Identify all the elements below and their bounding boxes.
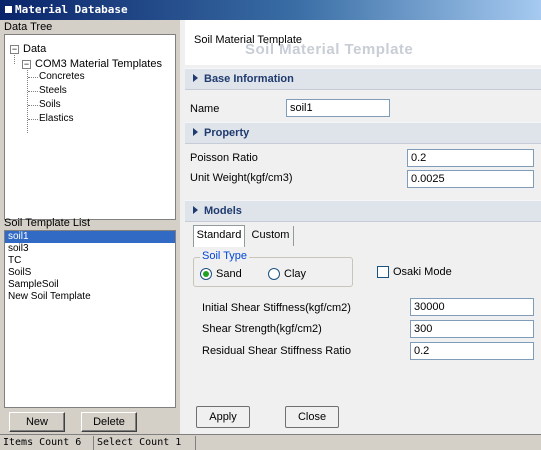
window-titlebar[interactable]: Material Database	[0, 0, 541, 20]
delete-button[interactable]: Delete	[81, 412, 137, 432]
apply-button[interactable]: Apply	[196, 406, 250, 428]
osaki-mode-checkbox[interactable]	[377, 266, 389, 278]
section-property[interactable]: Property	[185, 122, 541, 144]
tree-node-templates[interactable]: COM3 Material Templates	[35, 57, 162, 71]
section-label: Base Information	[204, 73, 294, 85]
section-models[interactable]: Models	[185, 200, 541, 222]
new-button[interactable]: New	[9, 412, 65, 432]
tree-line	[28, 105, 38, 106]
list-item[interactable]: New Soil Template	[5, 291, 175, 303]
poisson-ratio-field[interactable]: 0.2	[407, 149, 534, 167]
tree-node-concretes[interactable]: Concretes	[39, 70, 85, 84]
template-header: Soil Material Template Soil Material Tem…	[185, 20, 541, 65]
name-label: Name	[190, 103, 220, 115]
expand-arrow-icon	[193, 206, 198, 214]
tree-line	[28, 91, 38, 92]
items-count: Items Count 6	[0, 436, 94, 450]
unit-weight-field[interactable]: 0.0025	[407, 170, 534, 188]
tree-node-elastics[interactable]: Elastics	[39, 112, 73, 126]
tree-node-steels[interactable]: Steels	[39, 84, 67, 98]
section-base-information[interactable]: Base Information	[185, 68, 541, 90]
clay-label[interactable]: Clay	[284, 268, 306, 280]
tab-standard[interactable]: Standard	[193, 225, 245, 247]
list-item[interactable]: soil3	[5, 243, 175, 255]
tree-node-data[interactable]: Data	[23, 42, 46, 56]
section-label: Models	[204, 205, 242, 217]
osaki-mode-label[interactable]: Osaki Mode	[393, 266, 452, 278]
list-item[interactable]: soil1	[5, 231, 175, 243]
data-tree[interactable]: − Data − COM3 Material Templates Concret…	[4, 34, 176, 220]
list-item[interactable]: TC	[5, 255, 175, 267]
select-count: Select Count 1	[94, 436, 196, 450]
initial-shear-field[interactable]: 30000	[410, 298, 534, 316]
expand-arrow-icon	[193, 74, 198, 82]
list-item[interactable]: SoilS	[5, 267, 175, 279]
window-title: Material Database	[15, 3, 128, 16]
soil-template-list[interactable]: soil1 soil3 TC SoilS SampleSoil New Soil…	[4, 230, 176, 408]
expand-arrow-icon	[193, 128, 198, 136]
tree-line	[27, 70, 28, 133]
tree-node-soils[interactable]: Soils	[39, 98, 61, 112]
clay-radio[interactable]	[268, 268, 280, 280]
shear-strength-label: Shear Strength(kgf/cm2)	[202, 323, 322, 335]
residual-field[interactable]: 0.2	[410, 342, 534, 360]
tab-custom[interactable]: Custom	[248, 226, 294, 246]
initial-shear-label: Initial Shear Stiffness(kgf/cm2)	[202, 302, 351, 314]
residual-label: Residual Shear Stiffness Ratio	[202, 345, 351, 357]
name-field[interactable]: soil1	[286, 99, 390, 117]
collapse-icon[interactable]: −	[10, 45, 19, 54]
left-pane: Data Tree − Data − COM3 Material Templat…	[0, 20, 180, 434]
close-button[interactable]: Close	[285, 406, 339, 428]
unit-weight-label: Unit Weight(kgf/cm3)	[190, 172, 293, 184]
status-bar: Items Count 6 Select Count 1	[0, 434, 541, 450]
tree-line	[28, 77, 38, 78]
sand-label[interactable]: Sand	[216, 268, 242, 280]
tree-line	[28, 119, 38, 120]
shear-strength-field[interactable]: 300	[410, 320, 534, 338]
poisson-ratio-label: Poisson Ratio	[190, 152, 258, 164]
collapse-icon[interactable]: −	[22, 60, 31, 69]
template-list-caption: Soil Template List	[4, 217, 91, 229]
tree-line	[14, 55, 15, 64]
soil-type-legend: Soil Type	[200, 250, 250, 262]
right-pane: Soil Material Template Soil Material Tem…	[180, 20, 541, 434]
section-label: Property	[204, 127, 250, 139]
page-title: Soil Material Template	[194, 34, 303, 46]
sand-radio[interactable]	[200, 268, 212, 280]
list-item[interactable]: SampleSoil	[5, 279, 175, 291]
app-icon	[4, 5, 13, 14]
data-tree-caption: Data Tree	[4, 21, 53, 33]
